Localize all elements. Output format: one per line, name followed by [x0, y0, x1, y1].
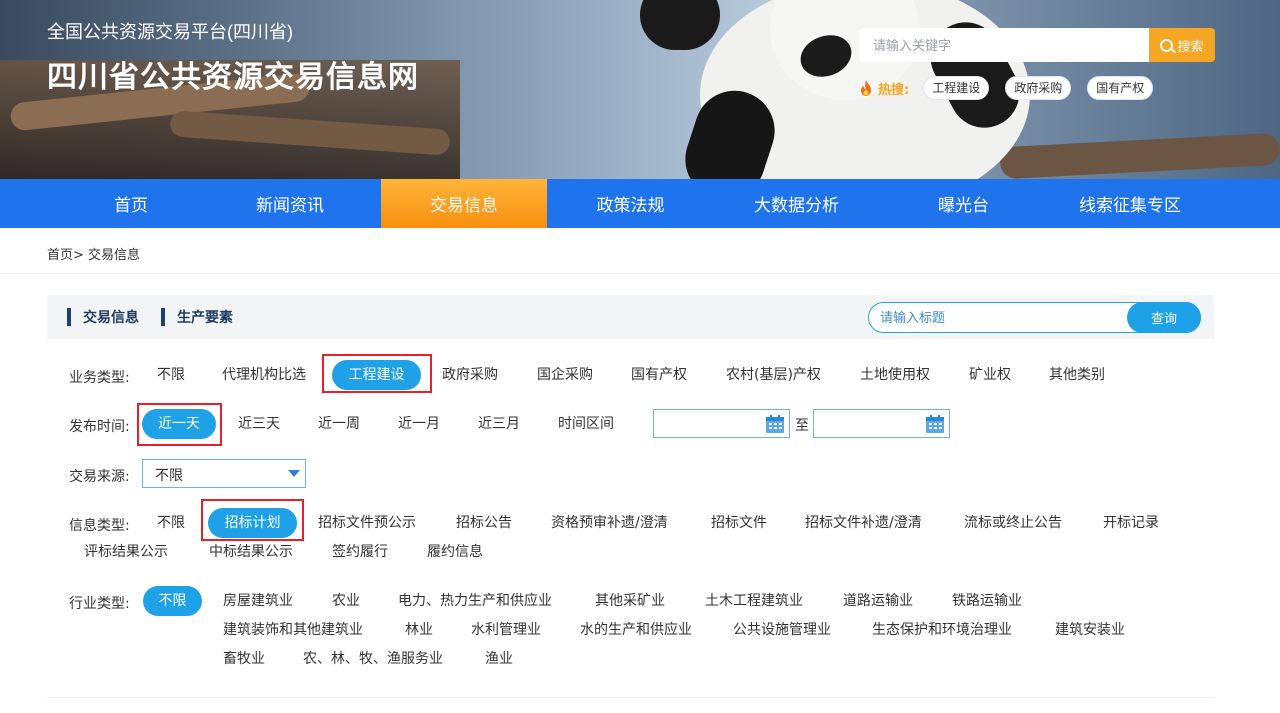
- divider: [0, 273, 1280, 274]
- hot-tag-gov-procurement[interactable]: 政府采购: [1005, 76, 1072, 100]
- info-type-option[interactable]: 招标公告: [456, 508, 512, 538]
- nav-item-trade-info[interactable]: 交易信息: [381, 179, 547, 228]
- highlight-box: [322, 354, 432, 393]
- hot-tag-state-property[interactable]: 国有产权: [1087, 76, 1154, 100]
- highlight-box: [137, 403, 222, 446]
- info-type-option[interactable]: 招标文件预公示: [318, 508, 416, 538]
- hot-tag-engineering[interactable]: 工程建设: [923, 76, 990, 100]
- industry-type-option[interactable]: 农、林、牧、渔服务业: [303, 644, 443, 674]
- source-select[interactable]: 不限: [142, 459, 306, 488]
- info-type-option[interactable]: 履约信息: [427, 537, 483, 567]
- search-icon: [1160, 38, 1174, 52]
- tab-marker: [67, 308, 71, 326]
- nav-item-news[interactable]: 新闻资讯: [199, 179, 381, 228]
- highlight-box: [201, 499, 304, 541]
- industry-type-option[interactable]: 土木工程建筑业: [705, 586, 803, 616]
- end-date-input[interactable]: [813, 409, 950, 438]
- info-type-option[interactable]: 评标结果公示: [84, 537, 168, 567]
- industry-type-option[interactable]: 渔业: [485, 644, 513, 674]
- info-type-option[interactable]: 签约履行: [332, 537, 388, 567]
- chevron-down-icon: [288, 470, 300, 477]
- publish-time-option[interactable]: 近三月: [478, 409, 520, 439]
- nav-item-exposure[interactable]: 曝光台: [879, 179, 1048, 228]
- search-button[interactable]: 搜索: [1149, 28, 1215, 62]
- industry-type-option[interactable]: 农业: [332, 586, 360, 616]
- info-type-option[interactable]: 招标文件: [711, 508, 767, 538]
- business-type-option[interactable]: 代理机构比选: [222, 360, 306, 390]
- industry-type-option[interactable]: 房屋建筑业: [223, 586, 293, 616]
- keyword-search: 搜索: [859, 28, 1215, 62]
- publish-time-label: 发布时间:: [69, 419, 130, 435]
- info-type-option[interactable]: 不限: [157, 508, 185, 538]
- business-type-option[interactable]: 农村(基层)产权: [726, 360, 821, 390]
- industry-type-option[interactable]: 铁路运输业: [952, 586, 1022, 616]
- date-range-separator: 至: [795, 418, 809, 434]
- industry-type-option[interactable]: 其他采矿业: [595, 586, 665, 616]
- title-search: 查询: [868, 302, 1201, 333]
- industry-type-option-selected[interactable]: 不限: [143, 586, 202, 616]
- info-type-option[interactable]: 资格预审补遗/澄清: [551, 508, 668, 538]
- calendar-icon[interactable]: [765, 414, 785, 434]
- search-button-label: 搜索: [1177, 39, 1204, 55]
- industry-type-option[interactable]: 生态保护和环境治理业: [872, 615, 1012, 645]
- breadcrumb[interactable]: 首页> 交易信息: [47, 244, 140, 263]
- industry-type-option[interactable]: 建筑安装业: [1055, 615, 1125, 645]
- source-select-value: 不限: [155, 468, 183, 484]
- tab-trade-info[interactable]: 交易信息: [67, 308, 139, 326]
- info-type-label: 信息类型:: [69, 518, 130, 534]
- tab-label: 生产要素: [177, 310, 233, 326]
- publish-time-option[interactable]: 时间区间: [558, 409, 614, 439]
- info-type-option[interactable]: 中标结果公示: [209, 537, 293, 567]
- main-nav: 首页 新闻资讯 交易信息 政策法规 大数据分析 曝光台 线索征集专区: [0, 179, 1280, 228]
- flame-icon: [861, 80, 871, 96]
- site-subtitle: 全国公共资源交易平台(四川省): [47, 22, 293, 42]
- business-type-option[interactable]: 其他类别: [1049, 360, 1105, 390]
- start-date-input[interactable]: [653, 409, 790, 438]
- nav-item-policy[interactable]: 政策法规: [547, 179, 714, 228]
- business-type-option[interactable]: 国有产权: [631, 360, 687, 390]
- nav-spacer-left: [0, 179, 63, 228]
- panda-decoration: [640, 0, 720, 50]
- industry-type-option[interactable]: 水利管理业: [471, 615, 541, 645]
- title-search-input[interactable]: [869, 303, 1127, 332]
- business-type-option[interactable]: 国企采购: [537, 360, 593, 390]
- calendar-icon[interactable]: [925, 414, 945, 434]
- site-title: 四川省公共资源交易信息网: [47, 61, 419, 94]
- publish-time-option[interactable]: 近一周: [318, 409, 360, 439]
- publish-time-option[interactable]: 近一月: [398, 409, 440, 439]
- tab-marker: [161, 308, 165, 326]
- business-type-label: 业务类型:: [69, 370, 130, 386]
- business-type-option[interactable]: 矿业权: [969, 360, 1011, 390]
- header-banner: 全国公共资源交易平台(四川省) 四川省公共资源交易信息网 搜索 热搜: 工程建设…: [0, 0, 1280, 179]
- industry-type-option[interactable]: 电力、热力生产和供应业: [398, 586, 552, 616]
- info-type-option[interactable]: 流标或终止公告: [964, 508, 1062, 538]
- industry-type-option[interactable]: 畜牧业: [223, 644, 265, 674]
- publish-time-option[interactable]: 近三天: [238, 409, 280, 439]
- tab-label: 交易信息: [83, 310, 139, 326]
- industry-type-label: 行业类型:: [69, 596, 130, 612]
- business-type-option[interactable]: 政府采购: [442, 360, 498, 390]
- industry-type-option[interactable]: 道路运输业: [843, 586, 913, 616]
- industry-type-option[interactable]: 水的生产和供应业: [580, 615, 692, 645]
- info-type-option[interactable]: 开标记录: [1103, 508, 1159, 538]
- business-type-option[interactable]: 不限: [157, 360, 185, 390]
- tab-production-factors[interactable]: 生产要素: [161, 308, 233, 326]
- industry-type-option[interactable]: 林业: [405, 615, 433, 645]
- industry-type-option[interactable]: 公共设施管理业: [733, 615, 831, 645]
- nav-item-big-data[interactable]: 大数据分析: [714, 179, 879, 228]
- filter-panel-header: 交易信息 生产要素 查询: [47, 295, 1214, 339]
- hot-search-label: 热搜:: [878, 82, 910, 98]
- banner-log-decoration: [999, 132, 1280, 179]
- source-label: 交易来源:: [69, 469, 130, 485]
- info-type-option[interactable]: 招标文件补遗/澄清: [805, 508, 922, 538]
- industry-type-option[interactable]: 建筑装饰和其他建筑业: [223, 615, 363, 645]
- business-type-option[interactable]: 土地使用权: [860, 360, 930, 390]
- nav-item-home[interactable]: 首页: [63, 179, 199, 228]
- hot-search: 热搜: 工程建设 政府采购 国有产权: [858, 76, 1169, 100]
- divider: [47, 697, 1214, 698]
- keyword-search-input[interactable]: [859, 28, 1149, 62]
- query-button[interactable]: 查询: [1127, 302, 1201, 333]
- nav-item-clue-collection[interactable]: 线索征集专区: [1048, 179, 1212, 228]
